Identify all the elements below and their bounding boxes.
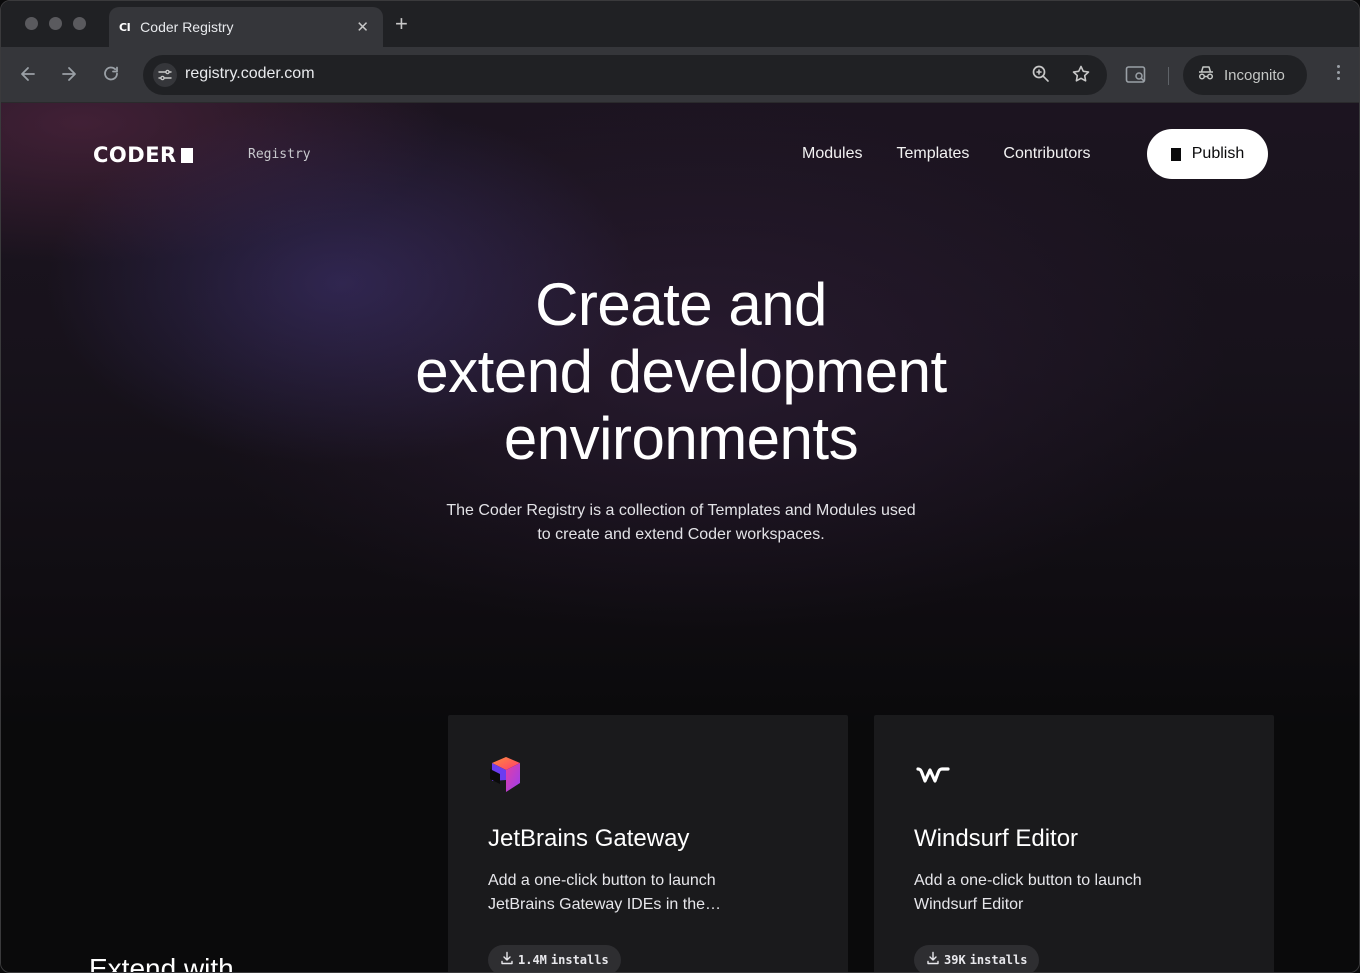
browser-tab[interactable]: CI Coder Registry ✕ <box>109 7 383 47</box>
jetbrains-gateway-logo-icon <box>488 755 524 800</box>
nav-templates[interactable]: Templates <box>896 145 969 163</box>
installs-badge: 39K installs <box>914 945 1040 972</box>
bookmark-star-icon[interactable] <box>1071 64 1091 84</box>
logo-text: CODER <box>93 143 177 167</box>
hero-title-line: environments <box>503 405 859 472</box>
more-menu-icon[interactable] <box>1335 65 1341 80</box>
hero-subtitle: The Coder Registry is a collection of Te… <box>401 499 961 547</box>
main-nav: Modules Templates Contributors <box>802 145 1125 163</box>
zoom-icon[interactable] <box>1031 64 1051 84</box>
card-description: Add a one-click button to launch JetBrai… <box>488 872 721 913</box>
nav-contributors[interactable]: Contributors <box>1003 145 1090 163</box>
download-icon <box>500 951 514 970</box>
back-icon[interactable] <box>15 61 41 87</box>
module-card-windsurf-editor[interactable]: Windsurf Editor Add a one-click button t… <box>874 715 1274 972</box>
new-tab-icon[interactable]: + <box>395 11 408 37</box>
installs-unit: installs <box>550 953 609 967</box>
close-window-button[interactable] <box>25 17 38 30</box>
tab-title: Coder Registry <box>140 19 234 35</box>
registry-label[interactable]: Registry <box>248 147 311 162</box>
hero-title-line: Create and <box>535 271 827 338</box>
installs-unit: installs <box>969 953 1028 967</box>
installs-count: 39K <box>944 953 966 967</box>
reload-icon[interactable] <box>98 61 124 87</box>
browser-window: CI Coder Registry ✕ + registry.coder.com <box>0 0 1360 973</box>
card-description: Add a one-click button to launch Windsur… <box>914 872 1142 913</box>
site-settings-icon[interactable] <box>153 63 177 87</box>
forward-icon[interactable] <box>56 61 82 87</box>
publish-label: Publish <box>1191 145 1245 162</box>
publish-button[interactable]: Publish <box>1147 129 1268 179</box>
incognito-icon <box>1197 65 1215 86</box>
page-content: CODER Registry Modules Templates Contrib… <box>1 103 1359 973</box>
tab-strip: CI Coder Registry ✕ + <box>1 1 1359 47</box>
url-text[interactable]: registry.coder.com <box>185 65 315 83</box>
close-icon[interactable]: ✕ <box>356 18 369 36</box>
hero-title-line: extend development <box>415 338 947 405</box>
coder-logo[interactable]: CODER <box>93 143 193 167</box>
browser-toolbar: registry.coder.com Incognito <box>1 47 1359 103</box>
nav-modules[interactable]: Modules <box>802 145 862 163</box>
window-controls <box>25 17 86 30</box>
module-card-jetbrains-gateway[interactable]: JetBrains Gateway Add a one-click button… <box>448 715 848 972</box>
card-title: JetBrains Gateway <box>488 825 690 852</box>
toolbar-divider <box>1168 67 1169 85</box>
hero-subtitle-line: to create and extend Coder workspaces. <box>537 526 825 543</box>
profile-button[interactable]: Incognito <box>1183 55 1307 95</box>
download-icon <box>926 951 940 970</box>
maximize-window-button[interactable] <box>73 17 86 30</box>
windsurf-logo-icon <box>914 755 954 800</box>
logo-block-icon <box>180 147 193 163</box>
profile-label: Incognito <box>1224 66 1285 84</box>
side-panel-icon[interactable] <box>1125 65 1147 90</box>
tab-favicon-icon: CI <box>119 20 131 34</box>
minimize-window-button[interactable] <box>49 17 62 30</box>
installs-badge: 1.4M installs <box>488 945 621 972</box>
hero-subtitle-line: The Coder Registry is a collection of Te… <box>446 502 916 519</box>
publish-block-icon <box>1170 147 1181 161</box>
installs-count: 1.4M <box>518 953 547 967</box>
hero-title: Create and extend development environmen… <box>331 271 1031 472</box>
address-bar[interactable]: registry.coder.com <box>143 55 1107 95</box>
extend-heading: Extend with <box>89 953 234 973</box>
card-title: Windsurf Editor <box>914 825 1079 852</box>
